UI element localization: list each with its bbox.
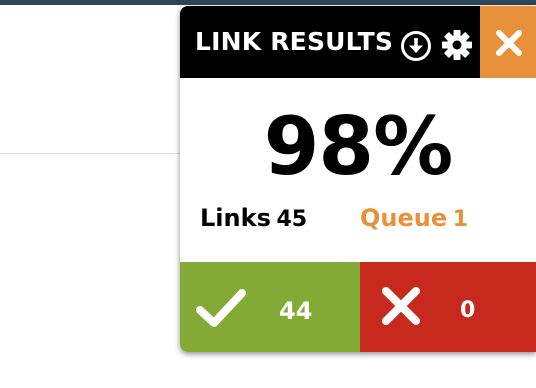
- panel-header: LINK RESULTS: [180, 6, 536, 78]
- success-percentage: 98%: [263, 100, 453, 193]
- links-count: 45: [276, 207, 308, 232]
- queue-stat: Queue 1: [360, 203, 468, 236]
- success-count: 44: [279, 297, 313, 325]
- check-icon: [196, 289, 246, 327]
- result-bar: 44 0: [180, 262, 536, 352]
- links-stat: Links 45: [200, 203, 307, 236]
- link-results-panel: LINK RESULTS 98% Links 45 Queue 1 44 0: [180, 6, 536, 352]
- close-button[interactable]: [480, 6, 536, 78]
- page-divider: [0, 153, 180, 154]
- links-label: Links: [200, 204, 271, 232]
- gear-icon[interactable]: [440, 28, 474, 62]
- fail-count: 0: [460, 298, 476, 323]
- queue-count: 1: [452, 207, 469, 232]
- panel-title: LINK RESULTS: [195, 27, 394, 56]
- queue-label: Queue: [360, 204, 448, 232]
- x-icon: [382, 287, 420, 325]
- success-cell[interactable]: 44: [180, 262, 360, 352]
- fail-cell[interactable]: 0: [360, 262, 536, 352]
- download-icon[interactable]: [400, 30, 432, 62]
- close-icon: [496, 30, 522, 56]
- top-strip: [0, 0, 536, 5]
